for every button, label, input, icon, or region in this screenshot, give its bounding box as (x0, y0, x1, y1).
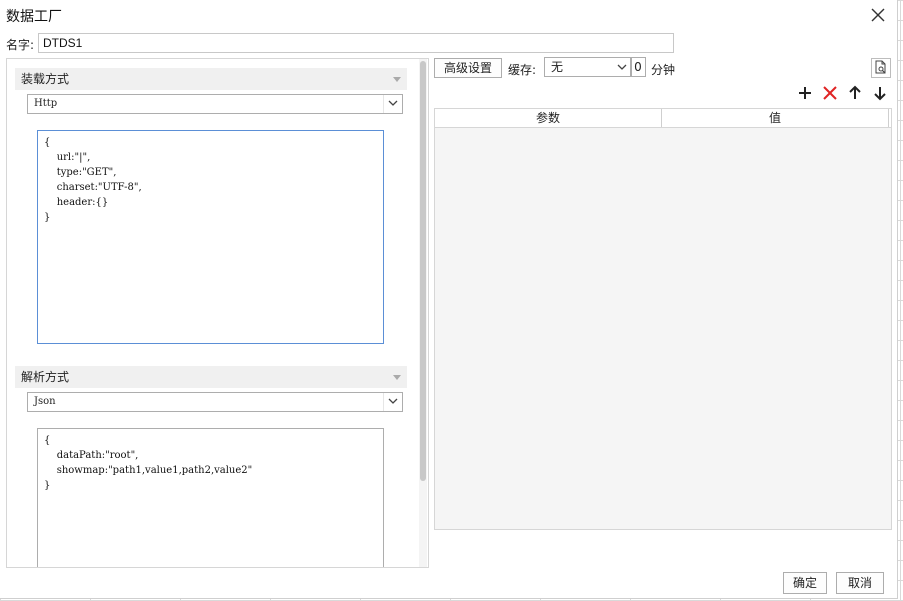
minutes-label: 分钟 (651, 63, 676, 77)
load-section-header[interactable]: 装载方式 (15, 68, 407, 90)
parse-config-editor[interactable]: { dataPath:"root", showmap:"path1,value1… (37, 428, 384, 567)
close-button[interactable] (867, 4, 889, 26)
load-config-editor[interactable]: { url:"|", type:"GET", charset:"UTF-8", … (37, 130, 384, 344)
parse-section-title: 解析方式 (21, 370, 70, 384)
arrow-down-icon (874, 87, 886, 101)
advanced-settings-button[interactable]: 高级设置 (434, 58, 502, 78)
delete-x-icon (823, 86, 837, 100)
chevron-down-icon (393, 375, 401, 380)
window-title: 数据工厂 (6, 9, 62, 25)
parse-method-select[interactable]: Json (27, 392, 403, 412)
parse-method-value: Json (34, 396, 56, 407)
chevron-down-icon (388, 398, 398, 404)
column-header-value[interactable]: 值 (662, 109, 889, 127)
data-factory-dialog: 数据工厂 名字: DTDS1 装载方式 Http { url:"|", type… (0, 0, 898, 599)
arrow-up-icon (849, 85, 861, 99)
left-panel: 装载方式 Http { url:"|", type:"GET", charset… (6, 58, 429, 568)
cache-minutes-input[interactable]: 0 (630, 57, 646, 77)
parameter-table: 参数 值 (434, 108, 892, 530)
chevron-down-icon (388, 100, 398, 106)
cache-label: 缓存: (508, 63, 537, 77)
column-header-param[interactable]: 参数 (435, 109, 662, 127)
cancel-button[interactable]: 取消 (836, 572, 884, 594)
preview-button[interactable] (871, 58, 891, 78)
close-icon (871, 8, 885, 22)
scrollbar-thumb[interactable] (420, 61, 426, 481)
chevron-down-icon (393, 77, 401, 82)
dropdown-arrow[interactable] (383, 393, 402, 411)
load-section-title: 装载方式 (21, 72, 70, 86)
cache-value: 无 (551, 60, 564, 74)
add-row-button[interactable] (797, 85, 813, 101)
title-bar: 数据工厂 (0, 0, 897, 30)
move-down-button[interactable] (872, 85, 888, 101)
ok-button[interactable]: 确定 (783, 572, 827, 594)
chevron-down-icon (617, 64, 627, 70)
left-panel-scrollbar[interactable] (419, 59, 427, 567)
name-input[interactable]: DTDS1 (38, 33, 674, 53)
table-header: 参数 值 (435, 109, 891, 128)
name-label: 名字: (6, 38, 35, 52)
load-method-value: Http (34, 98, 58, 109)
parse-section-header[interactable]: 解析方式 (15, 366, 407, 388)
delete-row-button[interactable] (822, 85, 838, 101)
dropdown-arrow[interactable] (383, 95, 402, 113)
load-method-select[interactable]: Http (27, 94, 403, 114)
document-search-icon (875, 60, 886, 74)
cache-select[interactable]: 无 (544, 57, 632, 77)
plus-icon (799, 87, 811, 99)
move-up-button[interactable] (847, 85, 863, 101)
